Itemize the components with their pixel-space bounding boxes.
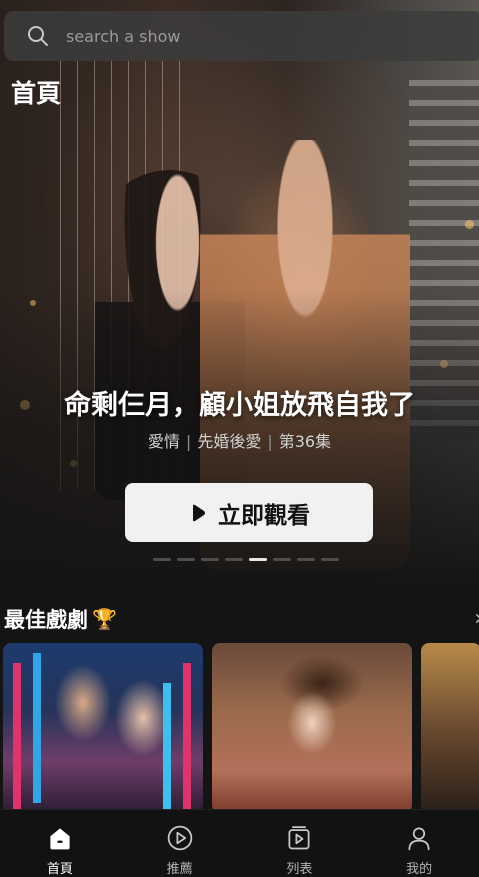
carousel-dot[interactable]: [153, 558, 171, 561]
carousel-dot-active[interactable]: [249, 558, 267, 561]
nav-item-recommend[interactable]: 推薦: [120, 810, 240, 877]
nav-label-home: 首頁: [46, 862, 73, 877]
bokeh-light: [465, 220, 474, 229]
featured-show-meta: 愛情 | 先婚後愛 | 第36集: [0, 428, 479, 452]
carousel-dot[interactable]: [273, 558, 291, 561]
watch-now-button[interactable]: 立即觀看: [125, 483, 373, 542]
theme-tag: 先婚後愛: [197, 432, 262, 451]
nav-item-profile[interactable]: 我的: [359, 810, 479, 877]
search-icon: [28, 26, 48, 46]
play-icon: [193, 504, 205, 521]
carousel-dot[interactable]: [177, 558, 195, 561]
watch-now-label: 立即觀看: [218, 502, 310, 529]
drama-card[interactable]: [3, 643, 203, 813]
drama-card[interactable]: [421, 643, 479, 813]
meta-separator: |: [185, 432, 192, 451]
drama-card-row: [3, 643, 479, 813]
search-input[interactable]: search a show: [66, 27, 180, 46]
nav-label-profile: 我的: [406, 862, 433, 877]
play-circle-icon: [167, 825, 192, 851]
featured-show-title[interactable]: 命剩仨月，顧小姐放飛自我了: [0, 383, 479, 422]
section-title-label: 最佳戲劇: [4, 608, 88, 632]
meta-separator: |: [267, 432, 273, 451]
playlist-icon: [288, 826, 310, 850]
carousel-dot[interactable]: [321, 558, 339, 561]
chevron-right-icon[interactable]: ›: [474, 606, 479, 631]
carousel-dot[interactable]: [297, 558, 315, 561]
home-icon: [50, 828, 70, 850]
page-title: 首頁: [11, 79, 62, 108]
search-bar[interactable]: search a show: [4, 11, 479, 61]
nav-label-list: 列表: [286, 862, 313, 877]
nav-label-recommend: 推薦: [166, 862, 193, 877]
genre-tag: 愛情: [147, 432, 180, 451]
section-title: 最佳戲劇 🏆: [4, 604, 117, 634]
carousel-dot[interactable]: [201, 558, 219, 561]
nav-item-home[interactable]: 首頁: [0, 810, 120, 877]
nav-item-list[interactable]: 列表: [240, 810, 360, 877]
carousel-dot[interactable]: [225, 558, 243, 561]
bottom-navigation: 首頁 推薦 列表 我的: [0, 809, 479, 877]
carousel-indicator: [153, 558, 339, 561]
episode-count: 第36集: [278, 432, 332, 451]
drama-card[interactable]: [212, 643, 412, 813]
trophy-icon: 🏆: [92, 607, 117, 631]
profile-icon: [408, 827, 430, 851]
